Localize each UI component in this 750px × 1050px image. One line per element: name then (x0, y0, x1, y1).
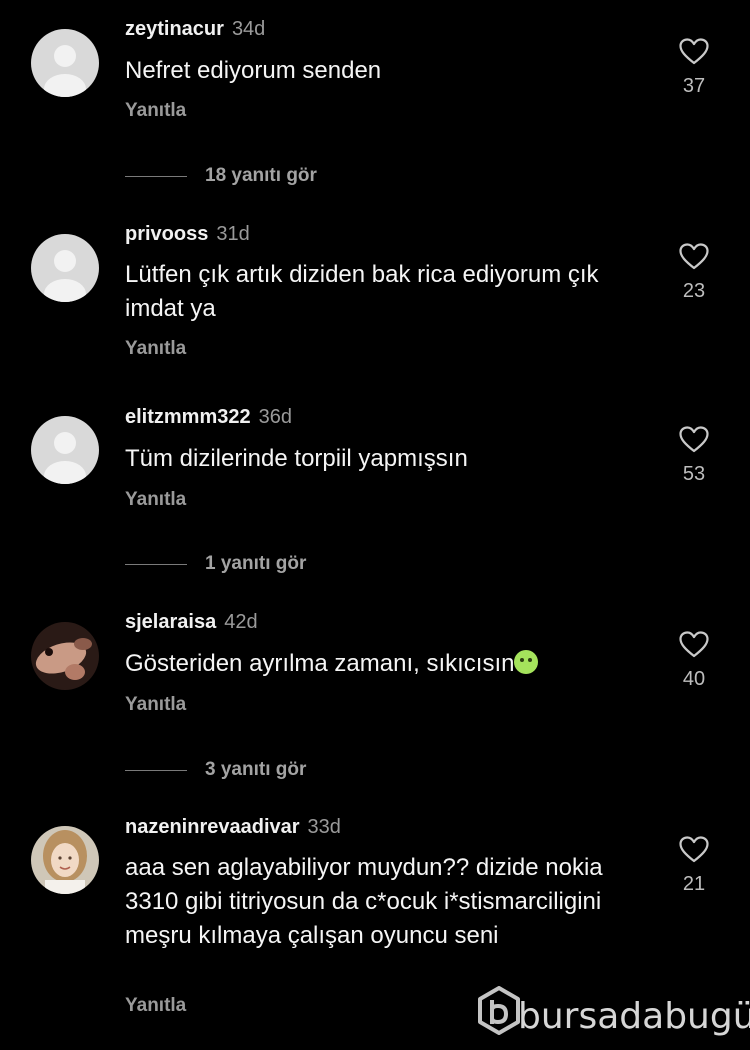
heart-outline-icon (679, 38, 709, 65)
heart-outline-icon (679, 426, 709, 453)
comment-text: Gösteriden ayrılma zamanı, sıkıcısın (125, 647, 635, 681)
like-button[interactable]: 21 (672, 836, 716, 896)
heart-outline-icon (679, 243, 709, 270)
photo-avatar-icon (31, 622, 99, 690)
comment-text: aaa sen aglayabiliyor muydun?? dizide no… (125, 854, 603, 949)
divider-line (125, 769, 187, 771)
username[interactable]: elitzmmm322 (125, 406, 251, 428)
reply-button[interactable]: Yanıtla (125, 694, 186, 716)
view-replies-label: 3 yanıtı gör (205, 759, 307, 780)
heart-outline-icon (679, 631, 709, 658)
like-count: 23 (682, 280, 706, 302)
divider-line (125, 175, 187, 177)
reply-button[interactable]: Yanıtla (125, 995, 186, 1017)
comment-meta: nazeninrevaadivar 33d (125, 816, 341, 839)
default-avatar-icon (31, 416, 99, 484)
like-count: 21 (682, 873, 706, 895)
comment-meta: zeytinacur 34d (125, 18, 265, 41)
avatar[interactable] (31, 622, 99, 690)
avatar[interactable] (31, 29, 99, 97)
comment-text: Nefret ediyorum senden (125, 57, 382, 84)
comment-meta: privooss 31d (125, 223, 250, 246)
like-button[interactable]: 40 (672, 631, 716, 691)
username[interactable]: zeytinacur (125, 18, 224, 40)
comment-age: 31d (216, 223, 250, 245)
view-replies-label: 18 yanıtı gör (205, 165, 317, 186)
comment-age: 34d (231, 18, 266, 40)
comment-age: 36d (258, 406, 292, 428)
comment-text: Tüm dizilerinde torpiil yapmışsın (125, 445, 468, 472)
photo-avatar-icon (31, 826, 99, 894)
like-count: 53 (682, 463, 706, 485)
reply-button[interactable]: Yanıtla (125, 338, 186, 360)
avatar[interactable] (31, 826, 99, 894)
like-count: 40 (682, 668, 706, 690)
like-button[interactable]: 53 (672, 426, 716, 486)
like-button[interactable]: 37 (672, 38, 716, 98)
nauseated-face-emoji-icon (514, 650, 539, 674)
comment-age: 42d (224, 611, 258, 633)
view-replies-label: 1 yanıtı gör (205, 553, 307, 574)
comment-text-content: Gösteriden ayrılma zamanı, sıkıcısın (125, 650, 515, 677)
reply-button[interactable]: Yanıtla (125, 100, 186, 122)
divider-line (125, 563, 187, 565)
comment-age: 33d (307, 816, 341, 838)
username[interactable]: nazeninrevaadivar (125, 816, 300, 838)
view-replies-button[interactable]: 3 yanıtı gör (125, 759, 306, 783)
view-replies-button[interactable]: 18 yanıtı gör (125, 165, 317, 189)
avatar[interactable] (31, 234, 99, 302)
bursadabugun-logo-icon (478, 986, 520, 1035)
comment-meta: elitzmmm322 36d (125, 406, 292, 429)
like-count: 37 (682, 75, 706, 97)
avatar[interactable] (31, 416, 99, 484)
default-avatar-icon (31, 234, 99, 302)
username[interactable]: sjelaraisa (125, 611, 216, 633)
default-avatar-icon (31, 29, 99, 97)
like-button[interactable]: 23 (672, 243, 716, 303)
comment-text: Lütfen çık artık diziden bak rica ediyor… (125, 261, 599, 322)
reply-button[interactable]: Yanıtla (125, 489, 186, 511)
heart-outline-icon (679, 836, 709, 863)
comment-meta: sjelaraisa 42d (125, 611, 258, 634)
watermark-text: bursadabugün (518, 996, 750, 1037)
username[interactable]: privooss (125, 223, 208, 245)
view-replies-button[interactable]: 1 yanıtı gör (125, 553, 306, 577)
